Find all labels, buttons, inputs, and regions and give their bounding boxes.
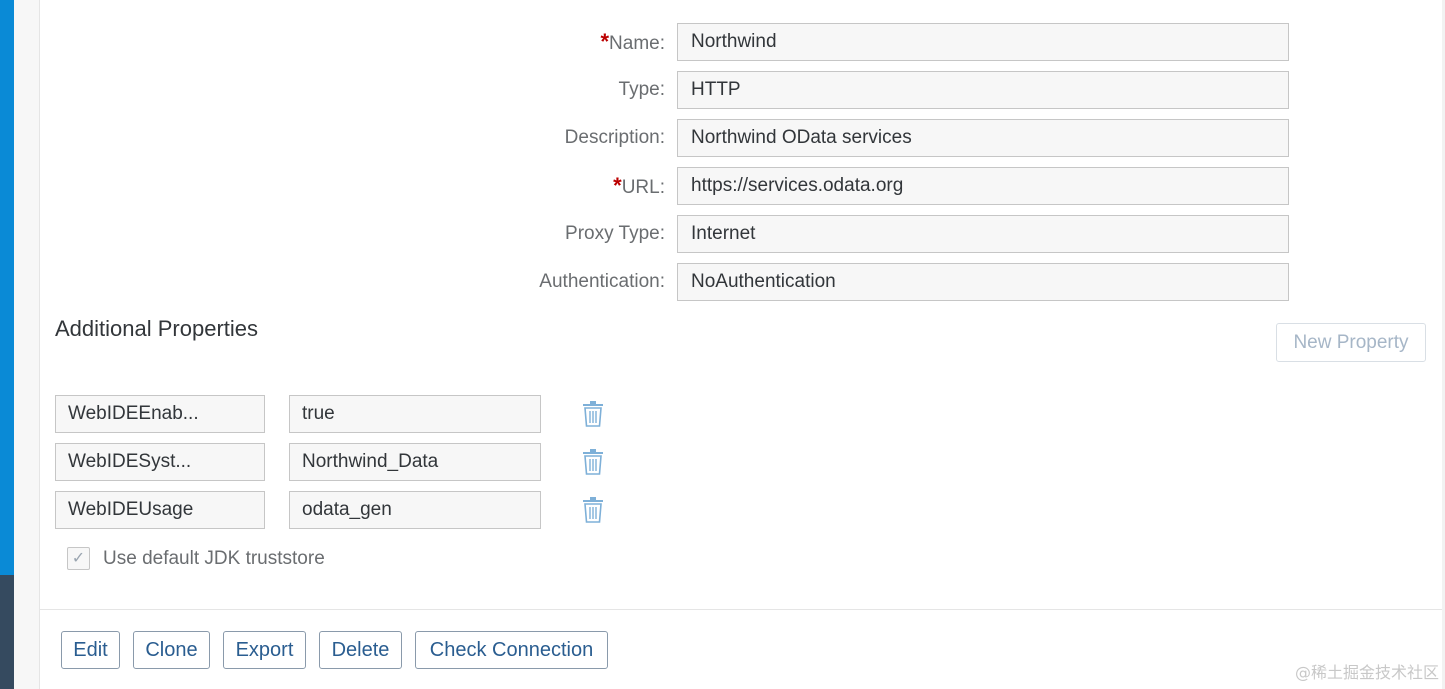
property-value-field[interactable]: true bbox=[289, 395, 541, 433]
description-field[interactable]: Northwind OData services bbox=[677, 119, 1289, 157]
trash-icon[interactable] bbox=[581, 497, 605, 523]
property-key-field[interactable]: WebIDESyst... bbox=[55, 443, 265, 481]
watermark: @稀土掘金技术社区 bbox=[1294, 663, 1439, 682]
property-value-field[interactable]: Northwind_Data bbox=[289, 443, 541, 481]
name-label-text: Name: bbox=[609, 33, 665, 54]
check-connection-button[interactable]: Check Connection bbox=[415, 631, 608, 669]
property-key-field[interactable]: WebIDEEnab... bbox=[55, 395, 265, 433]
authentication-field[interactable]: NoAuthentication bbox=[677, 263, 1289, 301]
truststore-checkbox[interactable]: ✓ bbox=[67, 547, 90, 570]
additional-properties-title: Additional Properties bbox=[55, 316, 259, 341]
description-label: Description: bbox=[564, 127, 665, 148]
export-button[interactable]: Export bbox=[223, 631, 306, 669]
name-field[interactable]: Northwind bbox=[677, 23, 1289, 61]
type-label: Type: bbox=[618, 79, 665, 100]
required-marker: * bbox=[600, 29, 610, 54]
destination-detail-page: *Name: Northwind Type: HTTP Description:… bbox=[0, 0, 1445, 689]
property-value-field[interactable]: odata_gen bbox=[289, 491, 541, 529]
footer-divider bbox=[40, 609, 1442, 610]
clone-button[interactable]: Clone bbox=[133, 631, 210, 669]
proxy-type-label: Proxy Type: bbox=[565, 223, 665, 244]
truststore-label: Use default JDK truststore bbox=[103, 548, 325, 569]
required-marker: * bbox=[613, 173, 622, 198]
property-key-field[interactable]: WebIDEUsage bbox=[55, 491, 265, 529]
new-property-button[interactable]: New Property bbox=[1276, 323, 1426, 362]
authentication-label: Authentication: bbox=[539, 271, 665, 292]
url-label-text: URL: bbox=[621, 177, 665, 198]
url-label: *URL: bbox=[613, 167, 665, 205]
proxy-type-field[interactable]: Internet bbox=[677, 215, 1289, 253]
url-field[interactable]: https://services.odata.org bbox=[677, 167, 1289, 205]
trash-icon[interactable] bbox=[581, 449, 605, 475]
type-field[interactable]: HTTP bbox=[677, 71, 1289, 109]
trash-icon[interactable] bbox=[581, 401, 605, 427]
shell-side-panel bbox=[0, 575, 14, 689]
shell-accent-bar bbox=[0, 0, 14, 575]
name-label: *Name: bbox=[600, 23, 665, 61]
left-gutter bbox=[14, 0, 40, 689]
edit-button[interactable]: Edit bbox=[61, 631, 120, 669]
delete-button[interactable]: Delete bbox=[319, 631, 402, 669]
